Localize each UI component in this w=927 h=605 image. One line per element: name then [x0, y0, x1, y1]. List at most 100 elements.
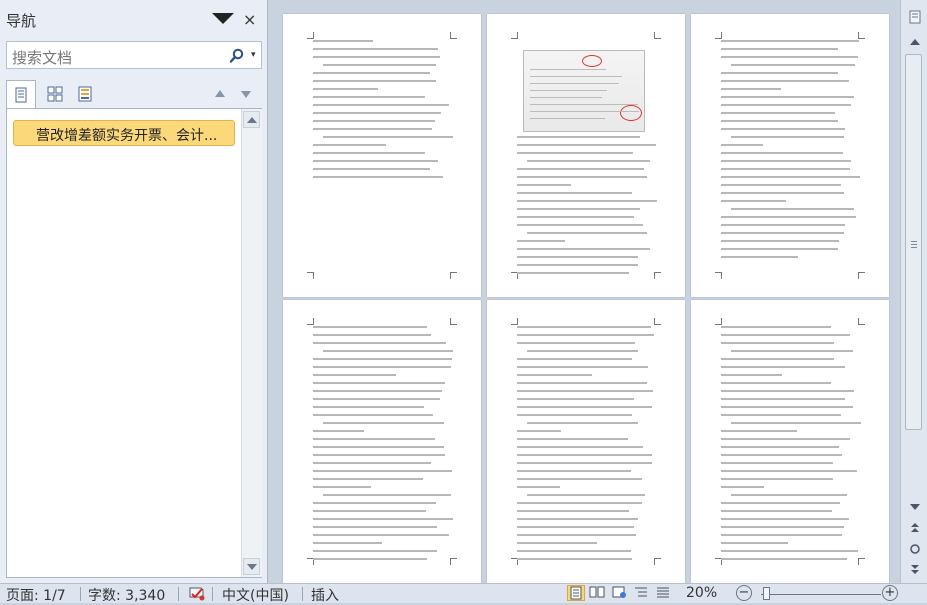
- insert-mode-indicator[interactable]: 插入: [311, 585, 339, 605]
- page-margin-mark: [654, 32, 661, 39]
- document-page-5[interactable]: [487, 300, 685, 583]
- full-screen-reading-button[interactable]: [589, 585, 607, 601]
- text-line: [721, 80, 850, 82]
- text-line: [721, 382, 832, 384]
- document-page-6[interactable]: [691, 300, 889, 583]
- vertical-scrollbar[interactable]: [900, 0, 927, 583]
- text-line: [721, 240, 839, 242]
- text-line: [721, 224, 845, 226]
- previous-page-icon[interactable]: [909, 522, 921, 534]
- text-line: [721, 526, 845, 528]
- tab-pages[interactable]: [40, 80, 70, 108]
- text-line: [517, 152, 633, 154]
- text-line: [323, 494, 451, 496]
- document-page-4[interactable]: [283, 300, 481, 583]
- document-page-3[interactable]: [691, 14, 889, 297]
- text-line: [313, 406, 424, 408]
- text-line: [721, 144, 764, 146]
- zoom-slider-thumb[interactable]: [763, 587, 770, 600]
- previous-heading-button[interactable]: [215, 90, 225, 97]
- text-line: [323, 350, 453, 352]
- document-area[interactable]: [268, 0, 900, 583]
- text-line: [517, 390, 654, 392]
- zoom-level[interactable]: 20%: [686, 585, 717, 601]
- print-layout-view-button[interactable]: [567, 585, 585, 601]
- nav-scroll-up-button[interactable]: [243, 111, 260, 128]
- text-line: [721, 366, 846, 368]
- search-options-dropdown[interactable]: ▾: [251, 50, 256, 60]
- search-input[interactable]: 搜索文档 ▾: [6, 41, 262, 69]
- text-line: [313, 486, 371, 488]
- text-line: [721, 438, 851, 440]
- tab-results[interactable]: [70, 80, 100, 108]
- nav-close-button[interactable]: ×: [243, 10, 256, 29]
- text-line: [517, 518, 638, 520]
- zoom-in-button[interactable]: +: [882, 585, 898, 601]
- scroll-down-icon[interactable]: [909, 503, 921, 511]
- zoom-out-button[interactable]: −: [736, 585, 752, 601]
- word-count[interactable]: 字数: 3,340: [88, 585, 165, 605]
- text-line: [731, 422, 861, 424]
- page-text-block: [517, 326, 657, 566]
- text-line: [517, 406, 652, 408]
- text-line: [517, 438, 628, 440]
- page-margin-mark: [307, 318, 314, 325]
- draft-icon: [657, 587, 669, 598]
- text-line: [313, 446, 444, 448]
- text-line: [313, 430, 364, 432]
- outline-view-button[interactable]: [633, 585, 651, 601]
- text-line: [721, 56, 858, 58]
- text-line: [517, 326, 651, 328]
- text-line: [517, 486, 560, 488]
- language-indicator[interactable]: 中文(中国): [222, 585, 289, 605]
- search-icon[interactable]: [229, 48, 245, 64]
- text-line: [313, 88, 379, 90]
- web-layout-button[interactable]: [611, 585, 629, 601]
- heading-item[interactable]: 营改增差额实务开票、会计...: [13, 120, 235, 146]
- text-line: [517, 534, 636, 536]
- text-line: [313, 128, 432, 130]
- scroll-up-icon[interactable]: [909, 38, 921, 46]
- search-placeholder: 搜索文档: [12, 49, 73, 67]
- page-text-block: [517, 40, 657, 280]
- page-margin-mark: [450, 32, 457, 39]
- text-line: [313, 152, 426, 154]
- nav-scrollbar[interactable]: [241, 109, 262, 577]
- text-line: [313, 358, 453, 360]
- next-heading-button[interactable]: [241, 91, 251, 98]
- page-margin-mark: [858, 318, 865, 325]
- text-line: [313, 334, 432, 336]
- text-line: [721, 414, 842, 416]
- text-line: [721, 502, 841, 504]
- draft-view-button[interactable]: [655, 585, 673, 601]
- page-text-block: [721, 326, 861, 566]
- text-line: [721, 398, 845, 400]
- zoom-slider[interactable]: [761, 594, 881, 595]
- text-line: [313, 478, 424, 480]
- proofing-icon[interactable]: [187, 585, 207, 602]
- tab-headings[interactable]: [6, 80, 36, 108]
- text-line: [517, 264, 638, 266]
- text-line: [721, 462, 834, 464]
- page-indicator[interactable]: 页面: 1/7: [6, 585, 66, 605]
- next-page-icon[interactable]: [909, 563, 921, 575]
- page-margin-mark: [450, 318, 457, 325]
- document-page-1[interactable]: [283, 14, 481, 297]
- thumbnails-grid-icon: [47, 86, 63, 102]
- text-line: [517, 272, 630, 274]
- page-margin-mark: [307, 32, 314, 39]
- ruler-toggle-icon[interactable]: [909, 10, 921, 24]
- text-line: [313, 510, 426, 512]
- text-line: [721, 558, 847, 560]
- text-line: [721, 88, 782, 90]
- page-margin-mark: [715, 32, 722, 39]
- text-line: [721, 550, 859, 552]
- nav-scroll-down-button[interactable]: [243, 558, 260, 575]
- scrollbar-thumb[interactable]: [905, 54, 922, 430]
- select-browse-object-icon[interactable]: [909, 543, 921, 555]
- text-line: [721, 534, 843, 536]
- text-line: [517, 430, 562, 432]
- document-page-2[interactable]: [487, 14, 685, 297]
- nav-options-icon[interactable]: [212, 13, 234, 24]
- text-line: [517, 334, 654, 336]
